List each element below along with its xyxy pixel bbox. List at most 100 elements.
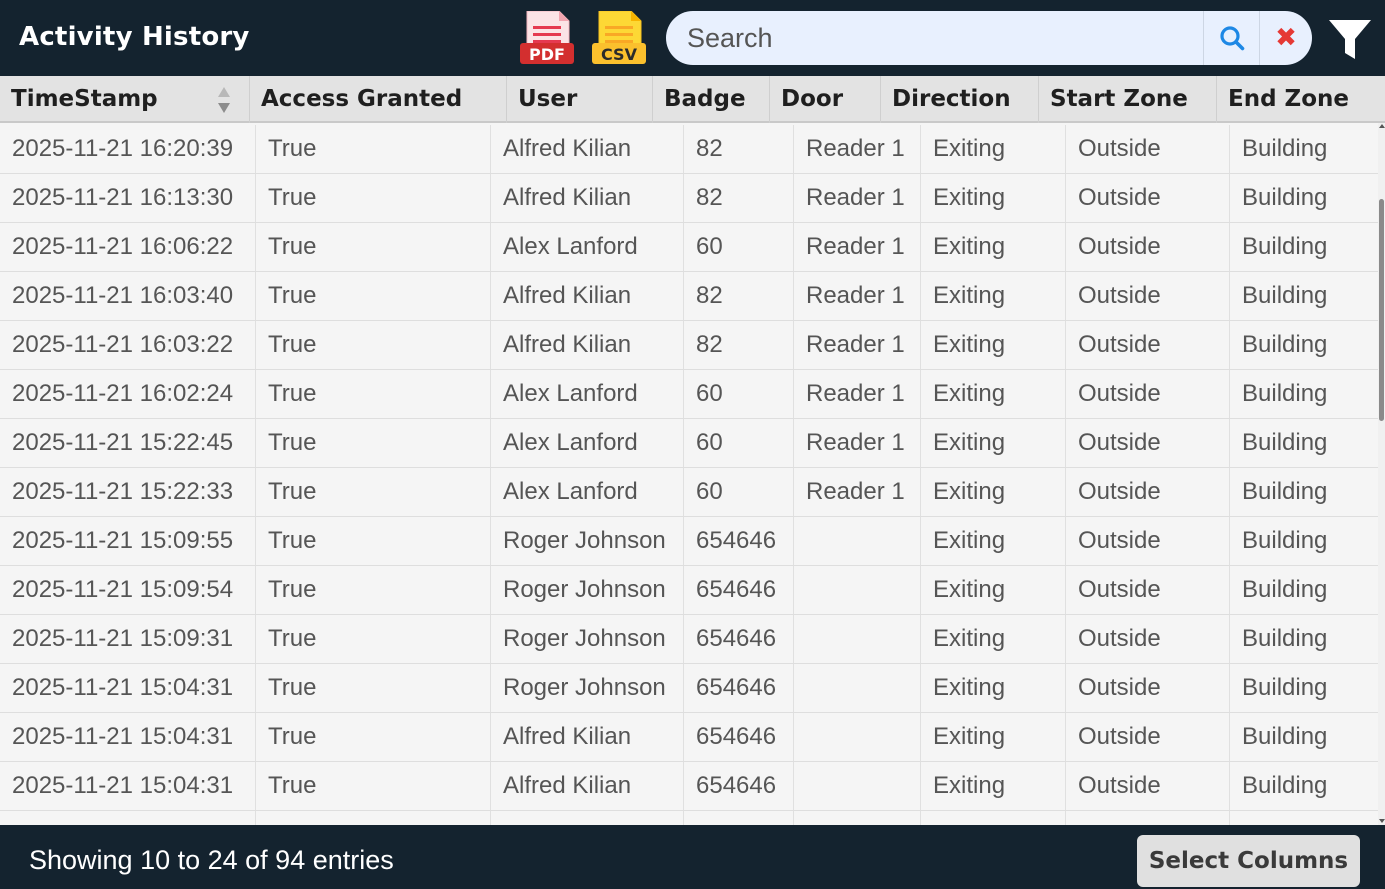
cell-direction: Exiting (921, 370, 1066, 418)
cell-direction: Exiting (921, 419, 1066, 467)
cell-badge: 654646 (684, 566, 794, 614)
table-row[interactable] (0, 811, 1378, 825)
column-header-direction[interactable]: Direction (881, 76, 1039, 123)
cell-user: Roger Johnson (491, 664, 684, 712)
cell-timestamp: 2025-11-21 15:22:45 (0, 419, 256, 467)
cell-badge: 82 (684, 321, 794, 369)
column-header-start-zone[interactable]: Start Zone (1039, 76, 1217, 123)
cell-end-zone: Building (1242, 478, 1328, 505)
table-row[interactable]: 2025-11-21 16:02:24 True Alex Lanford 60 Rea… (0, 370, 1378, 419)
cell-start-zone: Outside (1066, 321, 1230, 369)
scrollbar-thumb[interactable] (1379, 199, 1384, 421)
cell-user: Alfred Kilian (491, 762, 684, 810)
cell-start-zone: Outside (1066, 517, 1230, 565)
cell-direction: Exiting (921, 615, 1066, 663)
cell-badge: 82 (684, 174, 794, 222)
cell-timestamp: 2025-11-21 16:02:24 (0, 370, 256, 418)
cell-access-granted: True (256, 370, 491, 418)
export-pdf-button[interactable]: PDF (519, 11, 575, 65)
column-header-label: Start Zone (1050, 86, 1188, 112)
table-row[interactable]: 2025-11-21 16:20:39 True Alfred Kilian 82 Re… (0, 125, 1378, 174)
cell-start-zone: Outside (1066, 174, 1230, 222)
column-header-door[interactable]: Door (770, 76, 881, 123)
cell-direction: Exiting (921, 566, 1066, 614)
cell-door: Reader 1 (794, 174, 921, 222)
cell-start-zone: Outside (1066, 468, 1230, 516)
cell-user: Alfred Kilian (491, 713, 684, 761)
search-box: ✖ (666, 11, 1312, 65)
table-row[interactable]: 2025-11-21 15:22:45 True Alex Lanford 60 Rea… (0, 419, 1378, 468)
table-row[interactable]: 2025-11-21 15:09:31 True Roger Johnson 6546… (0, 615, 1378, 664)
table-header: TimeStamp Access Granted User Badge Door… (0, 76, 1385, 123)
export-csv-button[interactable]: CSV (591, 11, 647, 65)
column-header-label: Badge (664, 86, 746, 112)
table-row[interactable]: 2025-11-21 15:22:33 True Alex Lanford 60 Rea… (0, 468, 1378, 517)
cell-access-granted: True (256, 272, 491, 320)
filter-button[interactable] (1328, 19, 1372, 61)
sort-icon (218, 87, 230, 113)
cell-access-granted: True (256, 713, 491, 761)
cell-end-zone: Building (1242, 576, 1328, 603)
column-header-label: User (518, 86, 578, 112)
cell-access-granted: True (256, 762, 491, 810)
table-row[interactable]: 2025-11-21 16:03:40 True Alfred Kilian 82 Re… (0, 272, 1378, 321)
cell-badge: 60 (684, 468, 794, 516)
cell-access-granted: True (256, 517, 491, 565)
column-header-label: Direction (892, 86, 1011, 112)
column-header-badge[interactable]: Badge (653, 76, 770, 123)
cell-end-zone: Building (1242, 429, 1328, 456)
table-row[interactable]: 2025-11-21 15:09:55 True Roger Johnson 6546… (0, 517, 1378, 566)
column-header-access-granted[interactable]: Access Granted (250, 76, 507, 123)
pdf-file-icon: PDF (520, 11, 574, 64)
vertical-scrollbar[interactable] (1378, 123, 1385, 825)
clear-search-button[interactable]: ✖ (1259, 11, 1312, 65)
cell-badge: 654646 (684, 762, 794, 810)
cell-door: Reader 1 (794, 272, 921, 320)
column-header-label: Door (781, 86, 844, 112)
cell-door: Reader 1 (794, 468, 921, 516)
cell-badge: 654646 (684, 664, 794, 712)
cell-end-zone: Building (1242, 674, 1328, 701)
cell-timestamp: 2025-11-21 15:09:54 (0, 566, 256, 614)
cell-end-zone: Building (1242, 625, 1328, 652)
table-row[interactable]: 2025-11-21 16:03:22 True Alfred Kilian 82 Re… (0, 321, 1378, 370)
entries-info: Showing 10 to 24 of 94 entries (29, 845, 394, 875)
cell-start-zone (1066, 811, 1230, 825)
csv-file-icon: CSV (592, 11, 646, 64)
table-row[interactable]: 2025-11-21 16:06:22 True Alex Lanford 60 Rea… (0, 223, 1378, 272)
table-row[interactable]: 2025-11-21 15:04:31 True Alfred Kilian 6546… (0, 713, 1378, 762)
table-row[interactable]: 2025-11-21 16:13:30 True Alfred Kilian 82 Re… (0, 174, 1378, 223)
column-header-end-zone[interactable]: End Zone (1217, 76, 1385, 123)
column-header-timestamp[interactable]: TimeStamp (0, 76, 250, 123)
search-input[interactable] (666, 11, 1203, 65)
cell-access-granted: True (256, 664, 491, 712)
search-button[interactable] (1203, 11, 1259, 65)
cell-door (794, 517, 921, 565)
cell-timestamp: 2025-11-21 16:06:22 (0, 223, 256, 271)
cell-timestamp: 2025-11-21 15:04:31 (0, 664, 256, 712)
cell-user: Alex Lanford (491, 223, 684, 271)
cell-timestamp: 2025-11-21 16:20:39 (0, 125, 256, 173)
cell-start-zone: Outside (1066, 223, 1230, 271)
top-bar: Activity History PDF CSV Search ✖ (0, 0, 1385, 76)
cell-start-zone: Outside (1066, 566, 1230, 614)
page-title: Activity History (19, 22, 250, 52)
cell-user: Alfred Kilian (491, 272, 684, 320)
cell-badge: 82 (684, 125, 794, 173)
scroll-down-icon[interactable] (1379, 819, 1385, 823)
cell-start-zone: Outside (1066, 272, 1230, 320)
select-columns-button[interactable]: Select Columns (1137, 835, 1360, 887)
scroll-up-icon[interactable] (1379, 124, 1385, 128)
cell-user: Alfred Kilian (491, 174, 684, 222)
table-row[interactable]: 2025-11-21 15:09:54 True Roger Johnson 6546… (0, 566, 1378, 615)
cell-badge: 82 (684, 272, 794, 320)
table-row[interactable]: 2025-11-21 15:04:31 True Alfred Kilian 6546… (0, 762, 1378, 811)
cell-start-zone: Outside (1066, 713, 1230, 761)
cell-user: Alex Lanford (491, 468, 684, 516)
table-row[interactable]: 2025-11-21 15:04:31 True Roger Johnson 6546… (0, 664, 1378, 713)
column-header-user[interactable]: User (507, 76, 653, 123)
cell-door (794, 566, 921, 614)
cell-user: Alex Lanford (491, 419, 684, 467)
filter-icon (1329, 20, 1371, 59)
cell-user: Roger Johnson (491, 615, 684, 663)
